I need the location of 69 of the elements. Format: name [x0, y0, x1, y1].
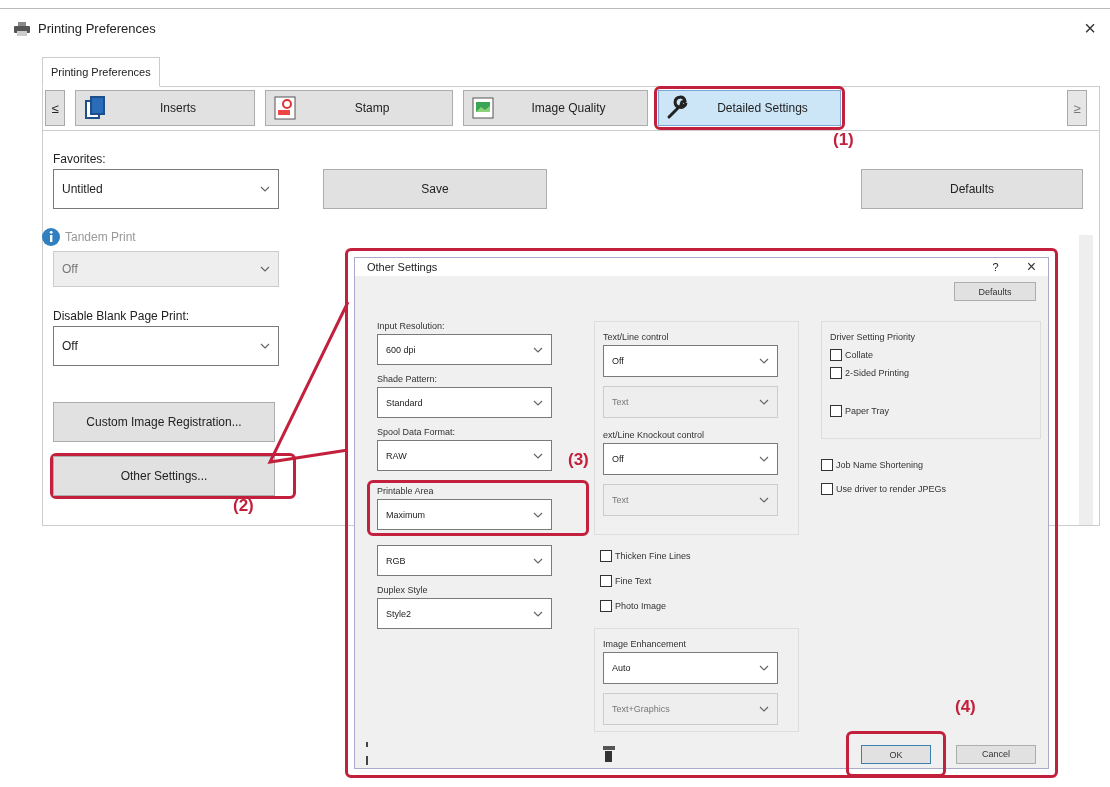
dropdown-field[interactable]: Auto [603, 652, 778, 684]
window-title: Printing Preferences [38, 21, 157, 36]
settings-tab[interactable]: Detailed Settings [658, 90, 841, 127]
field-label: Favorites: [53, 152, 107, 166]
checkbox-label: Use driver to render JPEGs [836, 484, 947, 494]
settings-button[interactable]: Other Settings... [53, 456, 275, 496]
dropdown-field[interactable]: Off [53, 326, 279, 366]
step-marker: (3) [568, 450, 589, 470]
close-button[interactable]: × [1026, 258, 1036, 276]
stamp-icon [272, 95, 298, 122]
scrollbar[interactable] [1079, 235, 1093, 525]
resize-grip-icon [365, 742, 369, 766]
field-label: Text/Line control [603, 332, 670, 343]
checkbox-label: 2-Sided Printing [845, 368, 910, 378]
checkbox[interactable] [600, 550, 612, 562]
save-button[interactable]: Save [323, 169, 547, 209]
info-icon [41, 227, 61, 247]
dropdown-field[interactable]: 600 dpi [377, 334, 552, 365]
defaults-button[interactable]: Defaults [861, 169, 1083, 209]
group-title: Driver Setting Priority [830, 332, 917, 343]
checkbox[interactable] [830, 367, 842, 379]
pages-icon [82, 95, 108, 122]
tool-icon [603, 746, 615, 762]
checkbox[interactable] [821, 483, 833, 495]
dropdown-field[interactable]: RGB [377, 545, 552, 576]
help-button[interactable]: ? [992, 261, 999, 273]
previous-button[interactable]: ≤ [45, 90, 65, 127]
step-marker: (1) [833, 130, 854, 150]
settings-tab[interactable]: Inserts [75, 90, 255, 127]
cancel-button[interactable]: Cancel [956, 744, 1036, 764]
checkbox-label: Job Name Shortening [836, 460, 924, 470]
dropdown-field[interactable]: Off [603, 345, 778, 377]
checkbox-label: Photo Image [615, 601, 667, 611]
field-label: Tandem Print [65, 230, 136, 244]
dropdown-field[interactable]: RAW [377, 440, 552, 471]
checkbox[interactable] [600, 575, 612, 587]
step-marker: (2) [233, 496, 254, 516]
field-label: Duplex Style [377, 585, 429, 596]
picture-icon [470, 95, 496, 122]
dropdown-field[interactable]: Standard [377, 387, 552, 418]
checkbox[interactable] [821, 459, 833, 471]
field-label: Input Resolution: [377, 321, 446, 332]
field-label: ext/Line Knockout control [603, 430, 706, 441]
dropdown-field[interactable]: Untitled [53, 169, 279, 209]
page-tab[interactable]: Printing Preferences [42, 57, 160, 87]
dropdown-field[interactable]: Style2 [377, 598, 552, 629]
checkbox[interactable] [830, 349, 842, 361]
checkbox-label: Fine Text [615, 576, 652, 586]
checkbox-label: Thicken Fine Lines [615, 551, 691, 561]
checkbox-label: Collate [845, 350, 873, 360]
checkbox-label: Paper Tray [845, 406, 890, 416]
close-button[interactable]: × [1084, 17, 1096, 40]
field-label: Spool Data Format: [377, 427, 457, 438]
printer-icon [14, 21, 30, 36]
field-label: Disable Blank Page Print: [53, 309, 191, 323]
dialog-title: Other Settings [367, 261, 439, 273]
settings-tab[interactable]: Image Quality [463, 90, 648, 127]
dropdown-field[interactable]: Off [603, 443, 778, 475]
ok-button[interactable]: OK [861, 745, 931, 765]
checkbox[interactable] [600, 600, 612, 612]
defaults-button[interactable]: Defaults [954, 282, 1036, 301]
step-marker: (4) [955, 697, 976, 717]
field-label: Image Enhancement [603, 639, 688, 650]
checkbox[interactable] [830, 405, 842, 417]
settings-tab[interactable]: Stamp [265, 90, 453, 127]
field-label: Printable Area [377, 486, 435, 497]
dropdown-field[interactable]: Maximum [377, 499, 552, 530]
settings-button[interactable]: Custom Image Registration... [53, 402, 275, 442]
field-label: Shade Pattern: [377, 374, 439, 385]
